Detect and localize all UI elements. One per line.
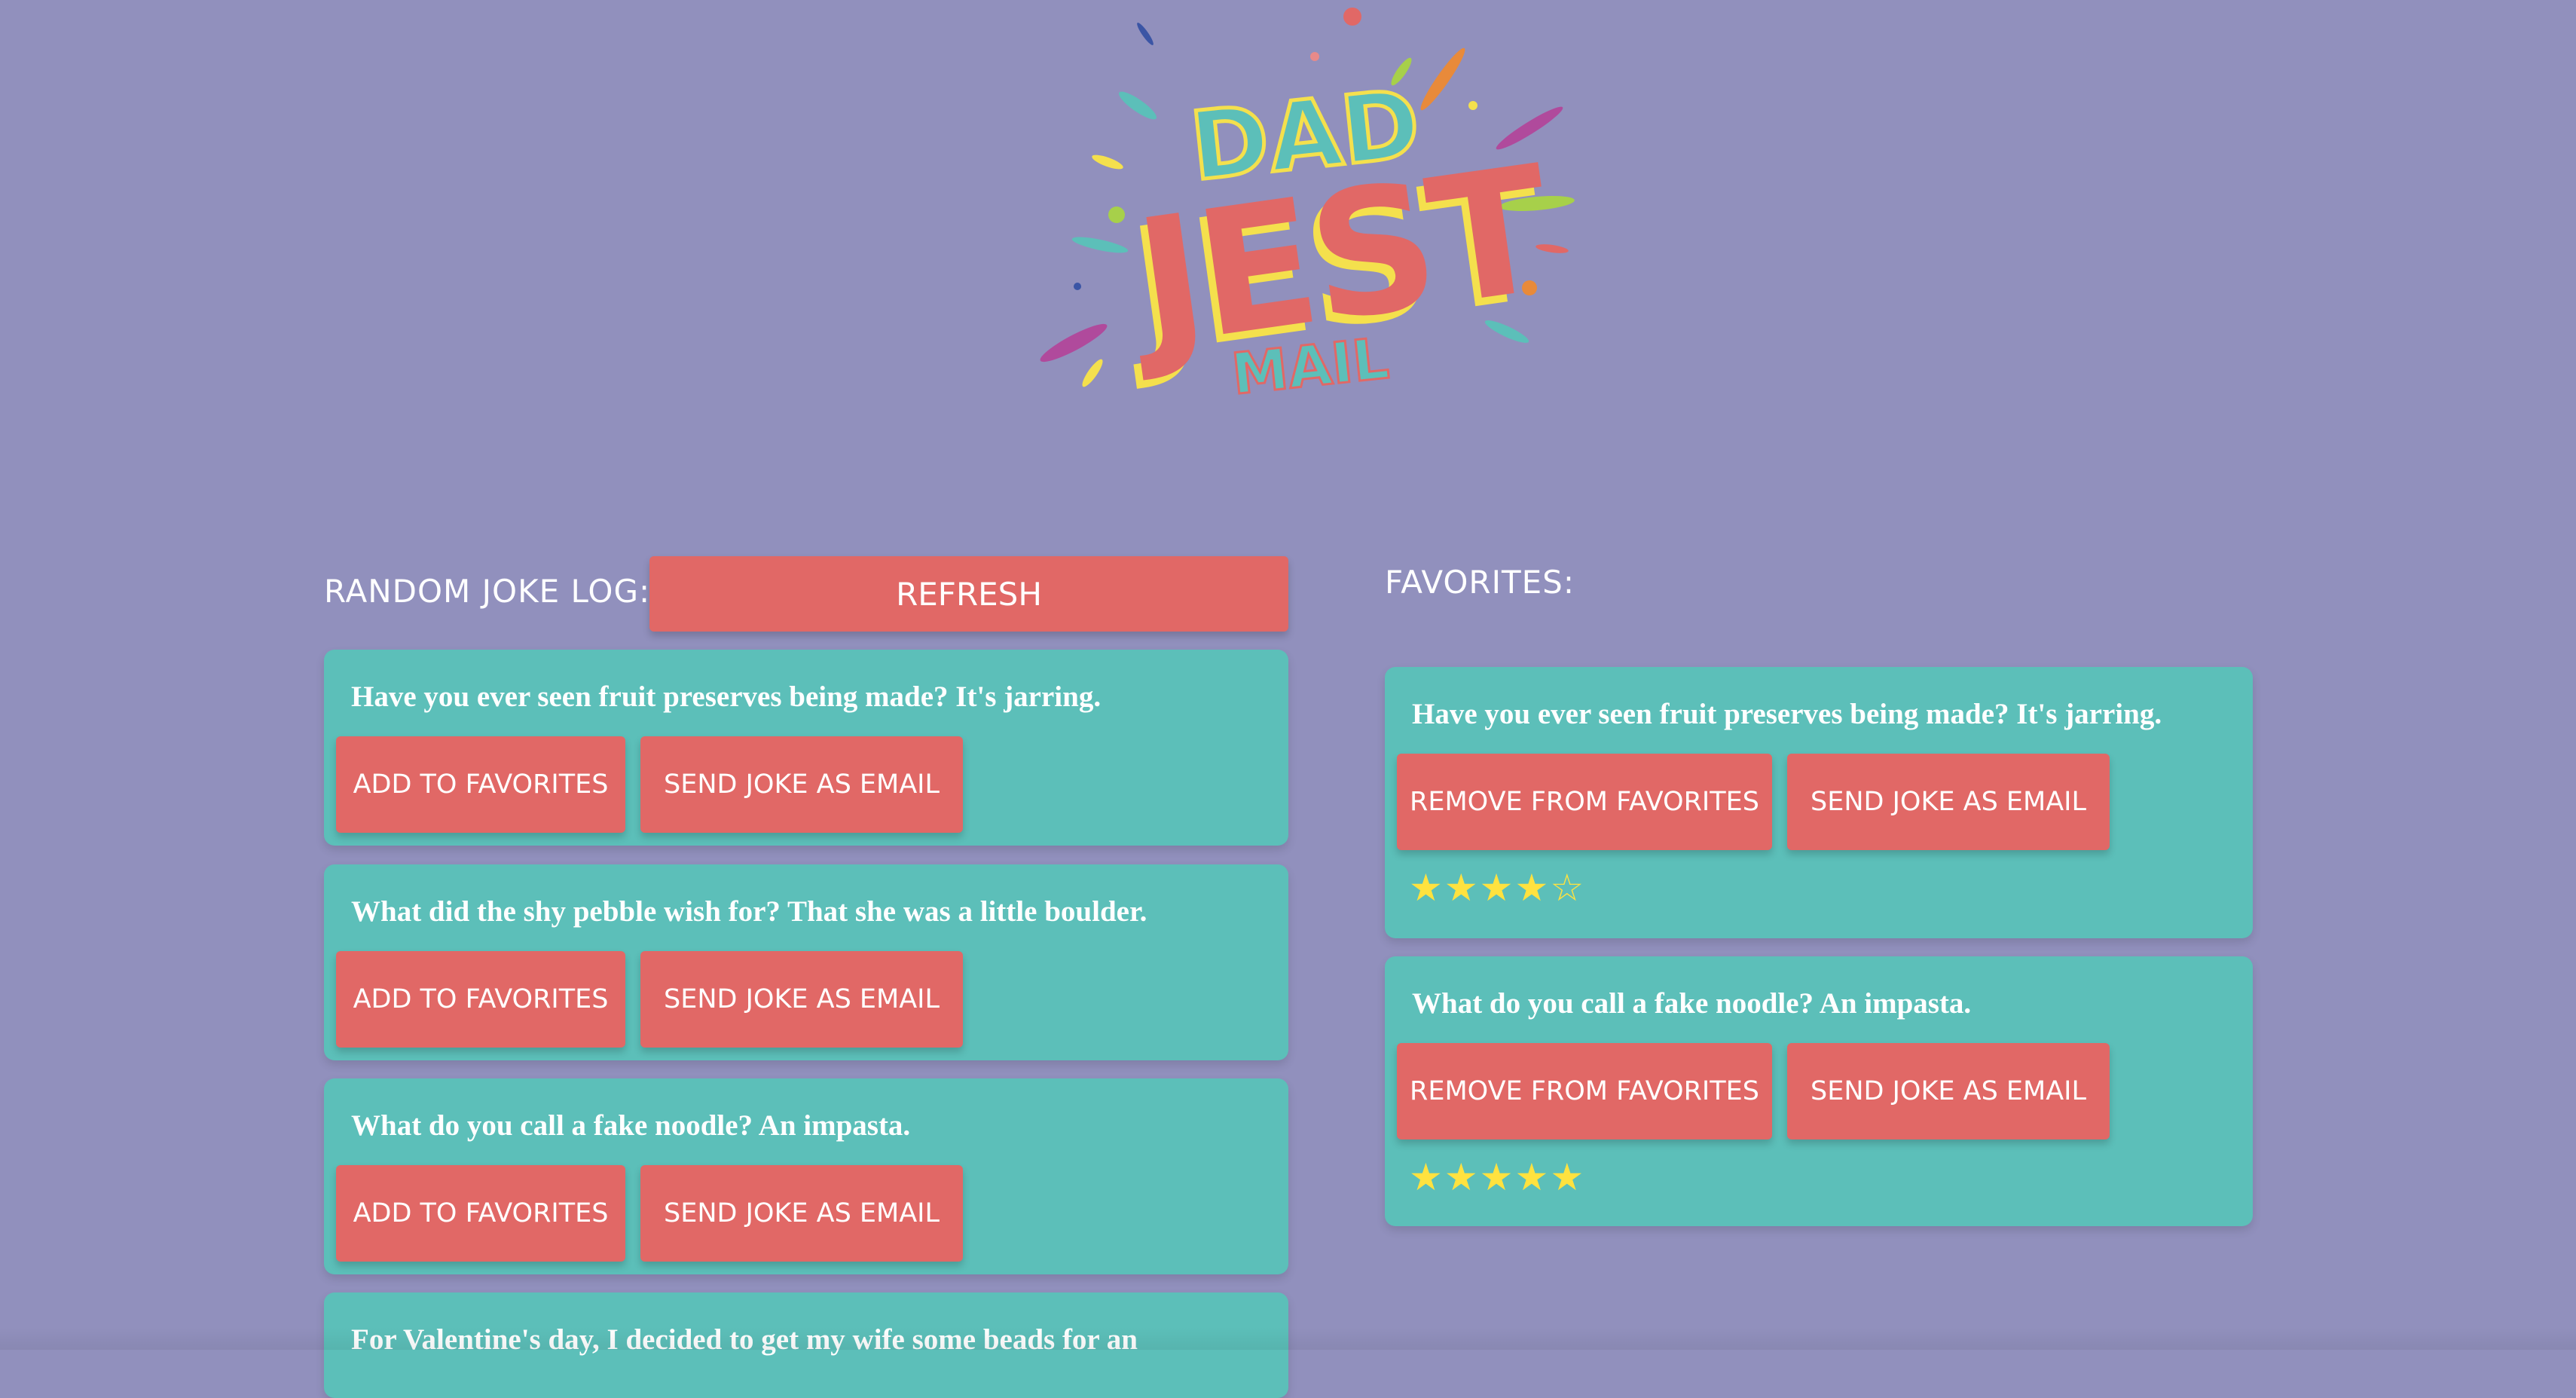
favorite-card: What do you call a fake noodle? An impas… [1385,956,2253,1226]
dad-jest-mail-logo: DAD JEST JEST MAIL [1040,8,1575,407]
star-rating: ★ ★ ★ ★ ☆ [1409,869,1584,907]
star-filled-icon[interactable]: ★ [1409,1158,1443,1196]
add-to-favorites-button[interactable]: ADD TO FAVORITES [336,951,625,1048]
add-to-favorites-button[interactable]: ADD TO FAVORITES [336,736,625,833]
send-joke-as-email-button[interactable]: SEND JOKE AS EMAIL [1787,1043,2110,1140]
star-filled-icon[interactable]: ★ [1480,1158,1514,1196]
joke-card: What did the shy pebble wish for? That s… [324,864,1288,1060]
joke-text: What do you call a fake noodle? An impas… [1412,987,1972,1020]
favorite-card: Have you ever seen fruit preserves being… [1385,667,2253,938]
bottom-fade [0,1327,2576,1350]
star-filled-icon[interactable]: ★ [1480,869,1514,907]
joke-card: Have you ever seen fruit preserves being… [324,650,1288,846]
joke-text: Have you ever seen fruit preserves being… [351,681,1102,713]
joke-card: What do you call a fake noodle? An impas… [324,1078,1288,1274]
send-joke-as-email-button[interactable]: SEND JOKE AS EMAIL [640,736,963,833]
joke-text: Have you ever seen fruit preserves being… [1412,698,2162,730]
star-filled-icon[interactable]: ★ [1409,869,1443,907]
send-joke-as-email-button[interactable]: SEND JOKE AS EMAIL [1787,754,2110,850]
random-joke-log-label: RANDOM JOKE LOG: [324,573,651,610]
star-filled-icon[interactable]: ★ [1514,1158,1548,1196]
send-joke-as-email-button[interactable]: SEND JOKE AS EMAIL [640,1165,963,1262]
refresh-button[interactable]: REFRESH [649,556,1288,632]
add-to-favorites-button[interactable]: ADD TO FAVORITES [336,1165,625,1262]
star-rating: ★ ★ ★ ★ ★ [1409,1158,1584,1196]
joke-text: What do you call a fake noodle? An impas… [351,1109,911,1142]
send-joke-as-email-button[interactable]: SEND JOKE AS EMAIL [640,951,963,1048]
star-filled-icon[interactable]: ★ [1550,1158,1584,1196]
joke-text: What did the shy pebble wish for? That s… [351,895,1147,928]
star-filled-icon[interactable]: ★ [1514,869,1548,907]
star-filled-icon[interactable]: ★ [1444,869,1478,907]
favorites-label: FAVORITES: [1385,564,1575,601]
remove-from-favorites-button[interactable]: REMOVE FROM FAVORITES [1397,1043,1772,1140]
star-filled-icon[interactable]: ★ [1444,1158,1478,1196]
remove-from-favorites-button[interactable]: REMOVE FROM FAVORITES [1397,754,1772,850]
app-root: DAD JEST JEST MAIL RANDOM JOKE LOG: REFR… [0,0,2576,1398]
star-empty-icon[interactable]: ☆ [1550,869,1584,907]
